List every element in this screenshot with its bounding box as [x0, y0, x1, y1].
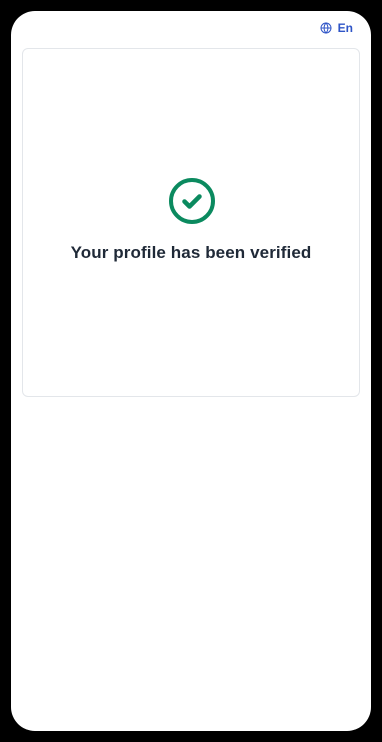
language-switcher[interactable]: En	[320, 21, 353, 35]
verification-card: Your profile has been verified	[22, 48, 360, 397]
globe-icon	[320, 22, 332, 34]
screen: En Your profile has been verified	[11, 11, 371, 731]
language-label: En	[337, 21, 353, 35]
device-frame: En Your profile has been verified	[0, 0, 382, 742]
verification-message: Your profile has been verified	[70, 243, 312, 262]
check-circle-icon	[168, 177, 216, 225]
